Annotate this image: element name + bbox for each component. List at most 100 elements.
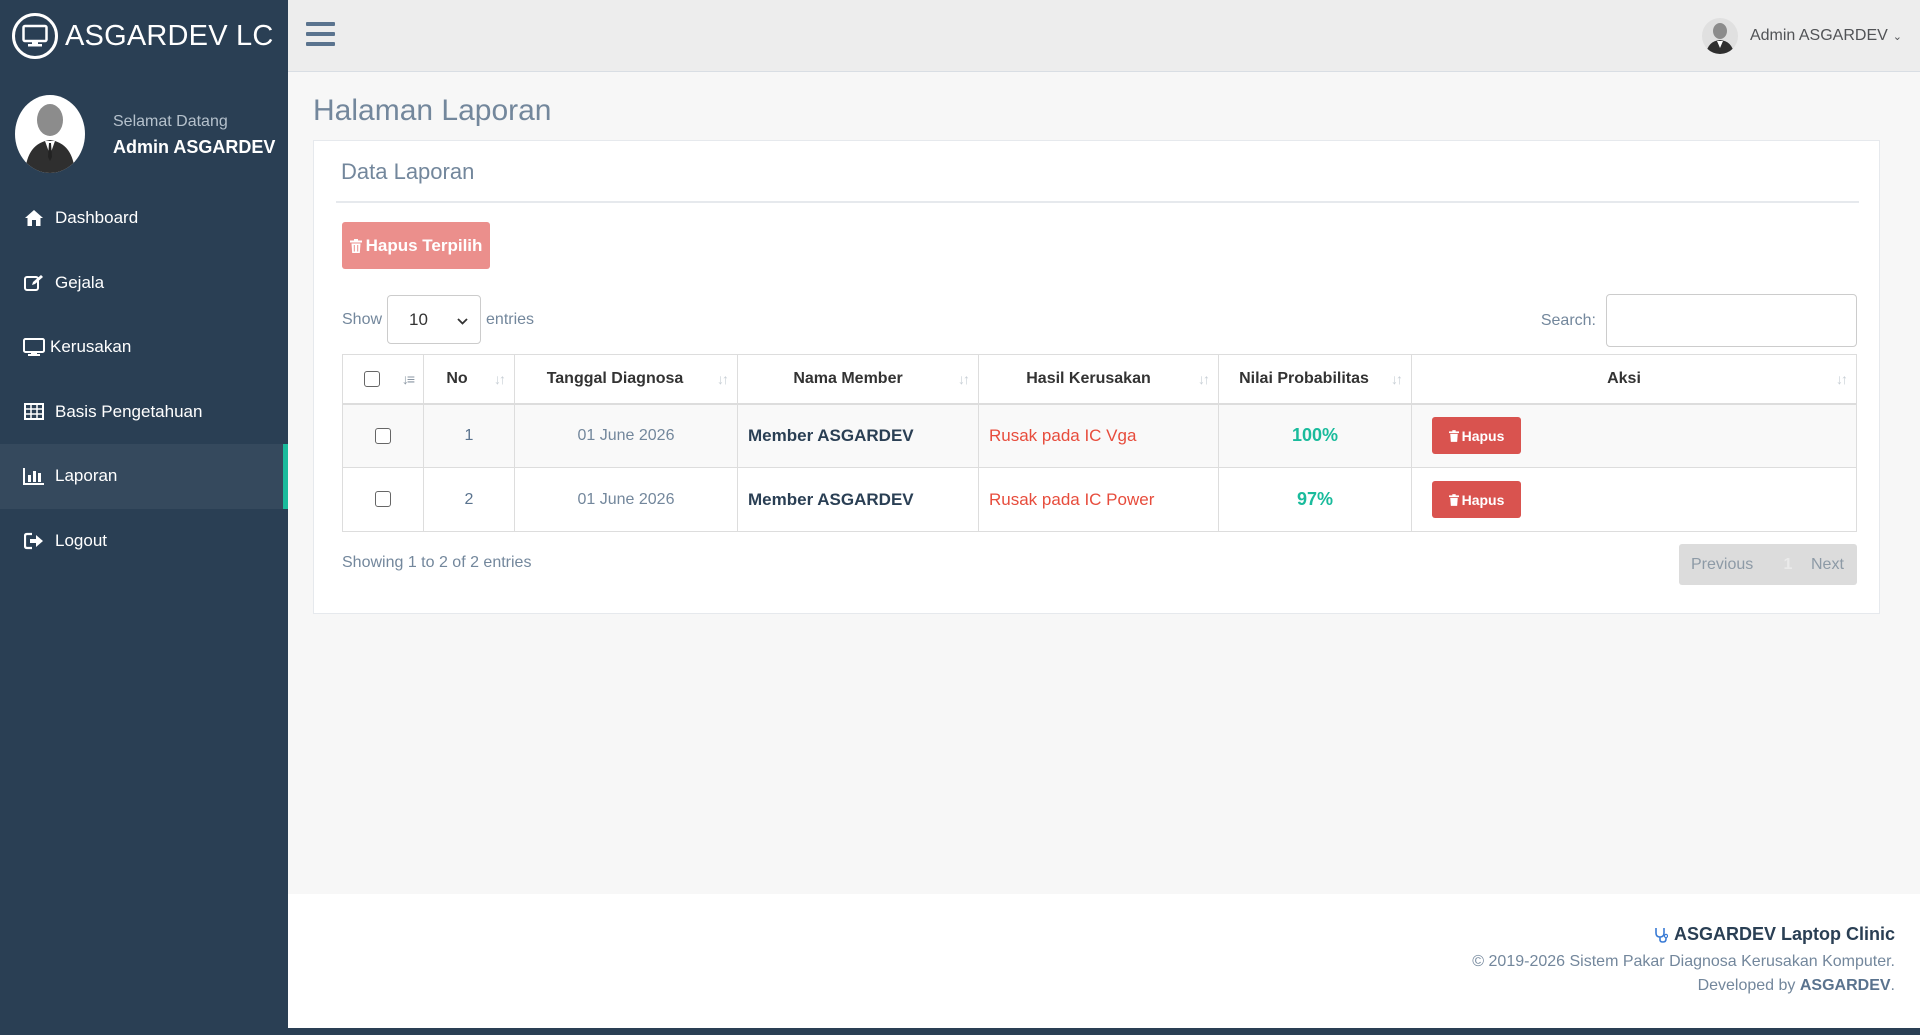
show-label: Show xyxy=(342,310,383,328)
delete-row-label: Hapus xyxy=(1461,427,1505,444)
sidebar-item-dashboard[interactable]: Dashboard xyxy=(0,186,288,251)
home-icon xyxy=(22,207,46,229)
sort-icon: ↓↑ xyxy=(1198,371,1210,387)
delete-selected-button[interactable]: Hapus Terpilih xyxy=(342,222,490,269)
column-header-label: No xyxy=(446,369,468,387)
sidebar-item-label: Laporan xyxy=(55,466,118,486)
sort-icon: ↓↑ xyxy=(958,371,970,387)
sign-out-icon xyxy=(22,530,46,552)
chevron-down-icon xyxy=(457,310,468,330)
search: Search: xyxy=(1541,294,1857,347)
delete-selected-label: Hapus Terpilih xyxy=(365,235,483,255)
sidebar-item-label: Gejala xyxy=(55,272,105,292)
table-row: 2 01 June 2026 Member ASGARDEV Rusak pad… xyxy=(342,467,1857,532)
data-panel: Data Laporan Hapus Terpilih Show 10 entr… xyxy=(313,140,1880,614)
search-label: Search: xyxy=(1540,311,1596,329)
cell-probability: 100% xyxy=(1218,403,1412,468)
report-table: ↓≡ No ↓↑ Tanggal Diagnosa ↓↑ Nama Member… xyxy=(342,354,1857,532)
cell-probability: 97% xyxy=(1218,467,1412,532)
cell-hasil: Rusak pada IC Power xyxy=(978,467,1219,532)
user-menu[interactable]: Admin ASGARDEV ⌄ xyxy=(1701,18,1902,54)
entries-select[interactable]: 10 xyxy=(387,295,482,344)
column-header-probabilitas[interactable]: Nilai Probabilitas ↓↑ xyxy=(1218,354,1412,405)
table-row: 1 01 June 2026 Member ASGARDEV Rusak pad… xyxy=(342,403,1857,468)
column-header-label: Aksi xyxy=(1607,369,1641,387)
sidebar-item-kerusakan[interactable]: Kerusakan xyxy=(0,315,288,380)
avatar xyxy=(1701,18,1738,54)
row-select-cell xyxy=(342,403,424,468)
stethoscope-icon xyxy=(1654,927,1668,944)
avatar xyxy=(15,95,85,173)
next-button[interactable]: Next xyxy=(1805,556,1844,574)
panel-title: Data Laporan xyxy=(341,159,475,184)
monitor-icon xyxy=(22,336,46,358)
entries-select-value: 10 xyxy=(409,309,428,329)
brand[interactable]: ASGARDEV LC xyxy=(0,0,288,72)
sort-icon: ↓↑ xyxy=(717,371,729,387)
column-header-tanggal[interactable]: Tanggal Diagnosa ↓↑ xyxy=(514,354,738,405)
monitor-icon xyxy=(12,13,58,59)
table-icon xyxy=(22,401,46,423)
select-all-checkbox[interactable] xyxy=(364,371,380,387)
previous-button[interactable]: Previous xyxy=(1679,556,1771,574)
entries-label: entries xyxy=(486,310,535,328)
sidebar-item-label: Basis Pengetahuan xyxy=(55,401,203,421)
column-header-label: Nama Member xyxy=(793,369,903,387)
topbar: Admin ASGARDEV ⌄ xyxy=(288,0,1920,72)
cell-date: 01 June 2026 xyxy=(514,467,738,532)
row-checkbox[interactable] xyxy=(375,427,391,444)
column-header-aksi[interactable]: Aksi ↓↑ xyxy=(1411,354,1857,405)
row-select-cell xyxy=(342,467,424,532)
sidebar-item-gejala[interactable]: Gejala xyxy=(0,251,288,316)
table-header-row: ↓≡ No ↓↑ Tanggal Diagnosa ↓↑ Nama Member… xyxy=(342,354,1857,405)
select-all-header: ↓≡ xyxy=(342,354,424,405)
footer-copyright: © 2019-2026 Sistem Pakar Diagnosa Kerusa… xyxy=(1472,953,1895,970)
footer-title: ASGARDEV Laptop Clinic xyxy=(1673,924,1895,944)
bar-chart-icon xyxy=(22,465,46,487)
footer-developed-by: Developed by xyxy=(1697,977,1796,994)
column-header-no[interactable]: No ↓↑ xyxy=(423,354,515,405)
column-header-label: Hasil Kerusakan xyxy=(1026,369,1151,387)
search-input[interactable] xyxy=(1606,294,1857,347)
cell-date: 01 June 2026 xyxy=(514,403,738,468)
sort-icon: ↓↑ xyxy=(494,371,506,387)
sort-icon[interactable]: ↓≡ xyxy=(402,371,415,387)
trash-icon xyxy=(1448,429,1459,442)
footer-developer[interactable]: ASGARDEV xyxy=(1800,977,1891,994)
chevron-down-icon: ⌄ xyxy=(1892,30,1902,43)
cell-no: 1 xyxy=(423,403,515,468)
footer: ASGARDEV Laptop Clinic © 2019-2026 Siste… xyxy=(288,894,1920,1028)
edit-icon xyxy=(22,272,46,294)
column-header-label: Nilai Probabilitas xyxy=(1239,369,1369,387)
delete-row-label: Hapus xyxy=(1461,491,1505,508)
cell-member: Member ASGARDEV xyxy=(737,403,979,468)
column-header-hasil[interactable]: Hasil Kerusakan ↓↑ xyxy=(978,354,1219,405)
table-info: Showing 1 to 2 of 2 entries xyxy=(342,554,532,571)
row-checkbox[interactable] xyxy=(375,491,391,508)
column-header-label: Tanggal Diagnosa xyxy=(546,369,684,387)
brand-title: ASGARDEV LC xyxy=(65,19,274,52)
user-name: Admin ASGARDEV xyxy=(1749,27,1888,44)
footer-developer-row: Developed by ASGARDEV. xyxy=(1472,977,1895,995)
sidebar-item-basis-pengetahuan[interactable]: Basis Pengetahuan xyxy=(0,380,288,445)
footer-title-row: ASGARDEV Laptop Clinic xyxy=(1472,924,1895,945)
cell-member: Member ASGARDEV xyxy=(737,467,979,532)
page-number-button[interactable]: 1 xyxy=(1771,556,1805,574)
divider xyxy=(336,201,1859,203)
delete-row-button[interactable]: Hapus xyxy=(1432,481,1521,518)
sidebar-item-logout[interactable]: Logout xyxy=(0,509,288,574)
profile-name: Admin ASGARDEV xyxy=(113,137,276,157)
cell-hasil: Rusak pada IC Vga xyxy=(978,403,1219,468)
sidebar: ASGARDEV LC Selamat Datang Admin ASGARDE… xyxy=(0,0,288,1035)
delete-row-button[interactable]: Hapus xyxy=(1432,417,1521,455)
sidebar-item-laporan[interactable]: Laporan xyxy=(0,444,288,509)
sort-icon: ↓↑ xyxy=(1391,371,1403,387)
entries-length: Show 10 entries xyxy=(342,295,534,344)
column-header-member[interactable]: Nama Member ↓↑ xyxy=(737,354,979,405)
footer-developer-suffix: . xyxy=(1890,977,1895,994)
sidebar-item-label: Logout xyxy=(55,530,107,550)
trash-icon xyxy=(349,238,362,253)
pagination: Previous 1 Next xyxy=(1679,544,1857,585)
menu-toggle-icon[interactable] xyxy=(306,22,335,46)
sidebar-item-label: Dashboard xyxy=(55,208,139,228)
